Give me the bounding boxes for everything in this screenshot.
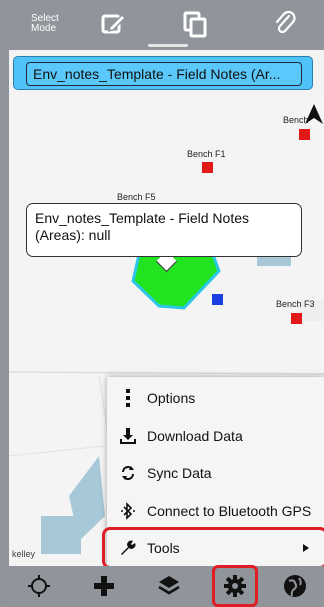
overflow-menu: Options Download Data Sync Data Connect …	[107, 377, 324, 567]
menu-item-label: Connect to Bluetooth GPS	[147, 502, 312, 519]
download-icon	[117, 426, 139, 446]
drag-handle[interactable]	[148, 44, 188, 47]
menu-item-label: Options	[147, 389, 196, 406]
gear-highlight-box	[212, 565, 258, 607]
add-icon[interactable]	[91, 573, 117, 599]
menu-item-label: Tools	[147, 539, 180, 556]
paperclip-icon[interactable]	[271, 10, 299, 38]
bench-label: Bench F5	[117, 192, 156, 202]
menu-item-label: Sync Data	[147, 464, 212, 481]
feature-callout[interactable]: Env_notes_Template - Field Notes (Areas)…	[26, 203, 302, 257]
bench-point[interactable]	[299, 129, 310, 140]
more-vertical-icon	[117, 388, 139, 408]
submenu-arrow-icon	[303, 544, 309, 552]
menu-item-download-data[interactable]: Download Data	[107, 417, 324, 454]
layer-selector[interactable]: Env_notes_Template - Field Notes (Ar...	[13, 56, 313, 90]
water-area	[41, 516, 81, 554]
layer-selector-value[interactable]: Env_notes_Template - Field Notes (Ar...	[26, 62, 302, 86]
left-edge-strip	[0, 0, 9, 607]
copy-icon[interactable]	[182, 10, 210, 38]
menu-item-sync-data[interactable]: Sync Data	[107, 454, 324, 491]
north-arrow-icon[interactable]	[305, 104, 323, 124]
map-attribution: kelley	[12, 549, 36, 559]
sync-icon	[117, 463, 139, 483]
app-screen: Select Mode Env_notes_Template - Field N…	[9, 0, 324, 607]
globe-icon[interactable]	[282, 573, 308, 599]
menu-item-connect-bluetooth-gps[interactable]: Connect to Bluetooth GPS	[107, 492, 324, 529]
bottom-toolbar	[9, 566, 324, 607]
edit-icon[interactable]	[99, 10, 127, 38]
bench-point[interactable]	[202, 162, 213, 173]
menu-item-options[interactable]: Options	[107, 379, 324, 416]
wrench-icon	[117, 538, 139, 558]
bench-label: Bench F3	[276, 299, 315, 309]
bench-label: Bench F1	[187, 149, 226, 159]
selected-point[interactable]	[212, 294, 223, 305]
menu-item-label: Download Data	[147, 427, 243, 444]
gps-target-icon[interactable]	[26, 573, 52, 599]
menu-item-tools[interactable]: Tools	[107, 529, 324, 566]
select-mode-button[interactable]: Select Mode	[31, 14, 71, 34]
bluetooth-icon	[117, 501, 139, 521]
top-toolbar: Select Mode	[9, 0, 324, 50]
bench-point[interactable]	[291, 313, 302, 324]
layers-icon[interactable]	[156, 573, 182, 599]
